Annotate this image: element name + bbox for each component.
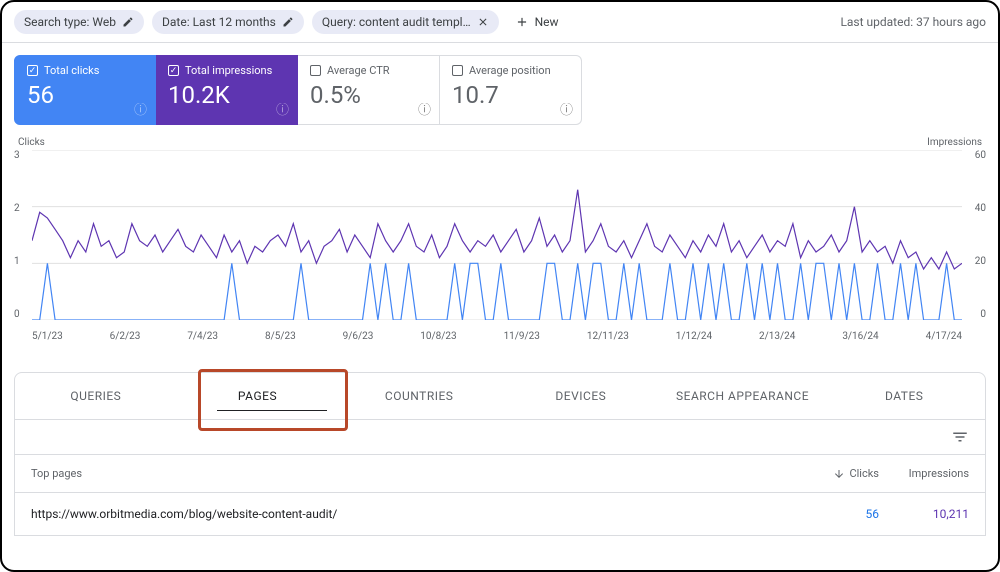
chart-plot — [32, 150, 962, 320]
new-filter-button[interactable]: New — [507, 10, 567, 34]
chip-date[interactable]: Date: Last 12 months — [152, 10, 304, 34]
active-tab-underline — [217, 410, 327, 411]
new-label: New — [535, 15, 559, 29]
checkbox-icon — [310, 65, 321, 76]
td-clicks: 56 — [789, 507, 879, 521]
card-total-clicks[interactable]: Total clicks 56 ⓘ — [14, 55, 156, 125]
y-axis-right: 60 40 20 0 — [975, 150, 986, 320]
table-header: Top pages Clicks Impressions — [14, 455, 986, 493]
td-impressions: 10,211 — [879, 507, 969, 521]
help-icon[interactable]: ⓘ — [276, 99, 289, 118]
td-url: https://www.orbitmedia.com/blog/website-… — [31, 507, 789, 521]
tab-queries[interactable]: QUERIES — [15, 373, 177, 419]
top-filter-bar: Search type: Web Date: Last 12 months Qu… — [2, 2, 998, 43]
th-clicks[interactable]: Clicks — [789, 467, 879, 480]
th-impressions[interactable]: Impressions — [879, 467, 969, 480]
plus-icon — [515, 15, 529, 29]
metric-cards: Total clicks 56 ⓘ Total impressions 10.2… — [2, 43, 998, 137]
checkbox-icon — [452, 65, 463, 76]
chip-search-type[interactable]: Search type: Web — [14, 10, 144, 34]
card-value: 0.5% — [310, 81, 427, 109]
tab-pages[interactable]: PAGES — [177, 373, 339, 419]
card-average-ctr[interactable]: Average CTR 0.5% ⓘ — [298, 55, 440, 125]
help-icon[interactable]: ⓘ — [560, 99, 573, 118]
sort-down-icon — [833, 468, 845, 480]
card-value: 10.7 — [452, 81, 569, 109]
tab-dates[interactable]: DATES — [823, 373, 985, 419]
tab-countries[interactable]: COUNTRIES — [338, 373, 500, 419]
last-updated-text: Last updated: 37 hours ago — [840, 15, 986, 29]
th-pages: Top pages — [31, 467, 789, 480]
card-value: 56 — [27, 81, 143, 109]
table-row[interactable]: https://www.orbitmedia.com/blog/website-… — [14, 493, 986, 536]
close-icon[interactable] — [477, 16, 489, 28]
pencil-icon — [122, 16, 134, 28]
y-axis-left: 3 2 1 0 — [14, 150, 20, 320]
tab-search-appearance[interactable]: SEARCH APPEARANCE — [662, 373, 824, 419]
help-icon[interactable]: ⓘ — [134, 99, 147, 118]
card-total-impressions[interactable]: Total impressions 10.2K ⓘ — [156, 55, 298, 125]
y-right-label: Impressions — [927, 137, 982, 148]
checkbox-icon — [168, 65, 179, 76]
filter-icon[interactable] — [951, 428, 969, 446]
tabs-container: QUERIESPAGESCOUNTRIESDEVICESSEARCH APPEA… — [14, 372, 986, 420]
chip-query[interactable]: Query: content audit templ… — [312, 10, 499, 34]
chart-container: Clicks Impressions 3 2 1 0 60 40 20 0 5/… — [2, 137, 998, 362]
y-left-label: Clicks — [18, 137, 45, 148]
card-average-position[interactable]: Average position 10.7 ⓘ — [440, 55, 582, 125]
filter-row — [14, 420, 986, 455]
tab-devices[interactable]: DEVICES — [500, 373, 662, 419]
checkbox-icon — [27, 65, 38, 76]
card-value: 10.2K — [168, 81, 285, 109]
help-icon[interactable]: ⓘ — [418, 99, 431, 118]
x-axis: 5/1/236/2/237/4/238/5/239/6/2310/8/2311/… — [32, 331, 962, 342]
pencil-icon — [282, 16, 294, 28]
chip-label: Date: Last 12 months — [162, 15, 276, 29]
chip-label: Search type: Web — [24, 15, 116, 29]
chip-label: Query: content audit templ… — [322, 15, 471, 29]
